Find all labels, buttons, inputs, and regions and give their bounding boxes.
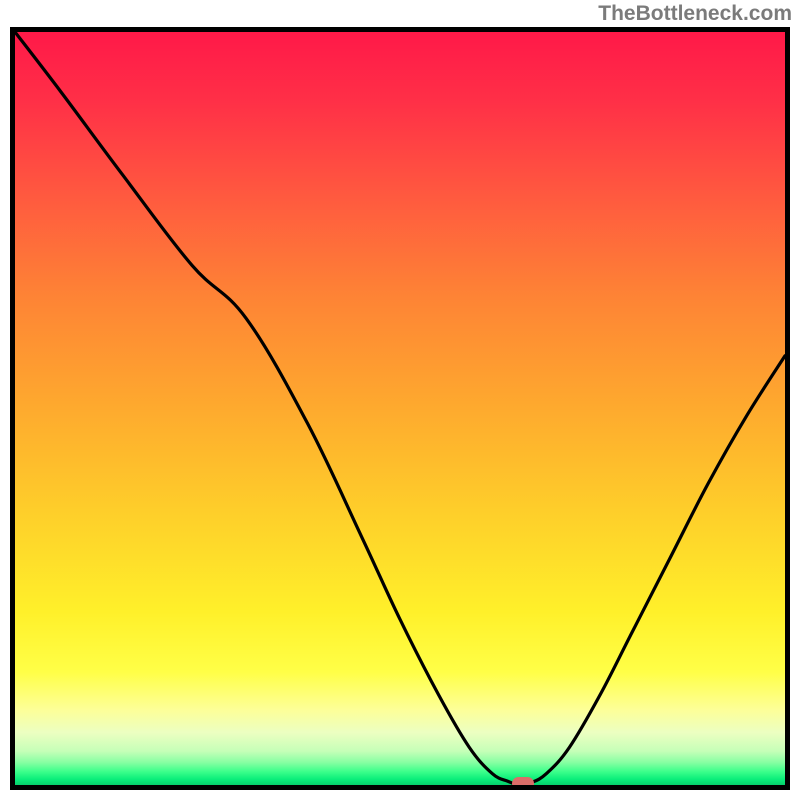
optimal-point-marker [512,777,534,790]
plot-area [10,27,790,790]
watermark-text: TheBottleneck.com [598,2,792,26]
chart-frame: TheBottleneck.com [0,0,800,800]
bottleneck-curve [15,32,785,785]
